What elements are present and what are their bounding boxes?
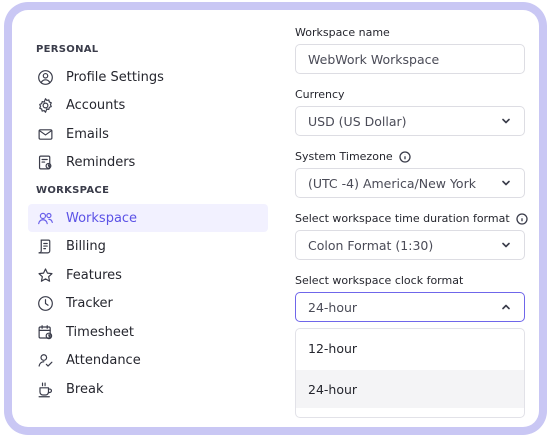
users-icon: [36, 209, 54, 227]
sidebar-item-emails[interactable]: Emails: [28, 120, 268, 148]
sidebar-item-features[interactable]: Features: [28, 261, 268, 289]
sidebar-item-accounts[interactable]: Accounts: [28, 91, 268, 119]
sidebar-item-workspace[interactable]: Workspace: [28, 204, 268, 232]
sidebar-item-billing[interactable]: Billing: [28, 232, 268, 260]
clock-format-select[interactable]: 24-hour: [295, 292, 525, 322]
sidebar-item-reminders[interactable]: Reminders: [28, 148, 268, 176]
sidebar-item-tracker[interactable]: Tracker: [28, 289, 268, 317]
calendar-clock-icon: [36, 323, 54, 341]
timezone-label: System Timezone: [295, 150, 411, 163]
workspace-name-label: Workspace name: [295, 26, 390, 39]
sidebar-item-profile-settings[interactable]: Profile Settings: [28, 63, 268, 91]
workspace-name-input[interactable]: WebWork Workspace: [295, 44, 525, 74]
reminder-icon: [36, 153, 54, 171]
info-icon[interactable]: [516, 212, 528, 225]
chevron-up-icon: [500, 301, 512, 313]
sidebar-item-label: Attendance: [66, 352, 141, 368]
timezone-select[interactable]: (UTC -4) America/New York: [295, 168, 525, 198]
gear-icon: [36, 96, 54, 114]
dropdown-option-24-hour[interactable]: 24-hour: [296, 370, 524, 408]
sidebar-item-attendance[interactable]: Attendance: [28, 346, 268, 374]
sidebar-item-timesheet[interactable]: Timesheet: [28, 318, 268, 346]
settings-panel: PERSONAL Profile Settings Accounts Email…: [12, 10, 539, 427]
chevron-down-icon: [500, 177, 512, 189]
currency-select[interactable]: USD (US Dollar): [295, 106, 525, 136]
sidebar-item-label: Profile Settings: [66, 69, 164, 85]
star-icon: [36, 266, 54, 284]
sidebar-item-break[interactable]: Break: [28, 375, 268, 403]
sidebar-item-label: Features: [66, 267, 122, 283]
currency-label: Currency: [295, 88, 345, 101]
section-label-personal: PERSONAL: [36, 44, 99, 55]
duration-format-label: Select workspace time duration format: [295, 212, 528, 225]
sidebar-item-label: Emails: [66, 126, 109, 142]
user-circle-icon: [36, 68, 54, 86]
sidebar-item-label: Break: [66, 381, 104, 397]
sidebar-item-label: Tracker: [66, 295, 113, 311]
envelope-icon: [36, 125, 54, 143]
user-check-icon: [36, 351, 54, 369]
receipt-icon: [36, 237, 54, 255]
clock-format-dropdown: 12-hour 24-hour: [295, 328, 525, 418]
sidebar-item-label: Accounts: [66, 97, 126, 113]
clock-format-label: Select workspace clock format: [295, 274, 464, 287]
duration-format-select[interactable]: Colon Format (1:30): [295, 230, 525, 260]
coffee-cup-icon: [36, 380, 54, 398]
sidebar-item-label: Timesheet: [66, 324, 134, 340]
chevron-down-icon: [500, 239, 512, 251]
dropdown-option-12-hour[interactable]: 12-hour: [296, 329, 524, 367]
clock-icon: [36, 294, 54, 312]
sidebar-item-label: Workspace: [66, 210, 138, 226]
sidebar-item-label: Reminders: [66, 154, 136, 170]
info-icon[interactable]: [399, 150, 411, 163]
chevron-down-icon: [500, 115, 512, 127]
section-label-workspace: WORKSPACE: [36, 185, 110, 196]
sidebar-item-label: Billing: [66, 238, 106, 254]
